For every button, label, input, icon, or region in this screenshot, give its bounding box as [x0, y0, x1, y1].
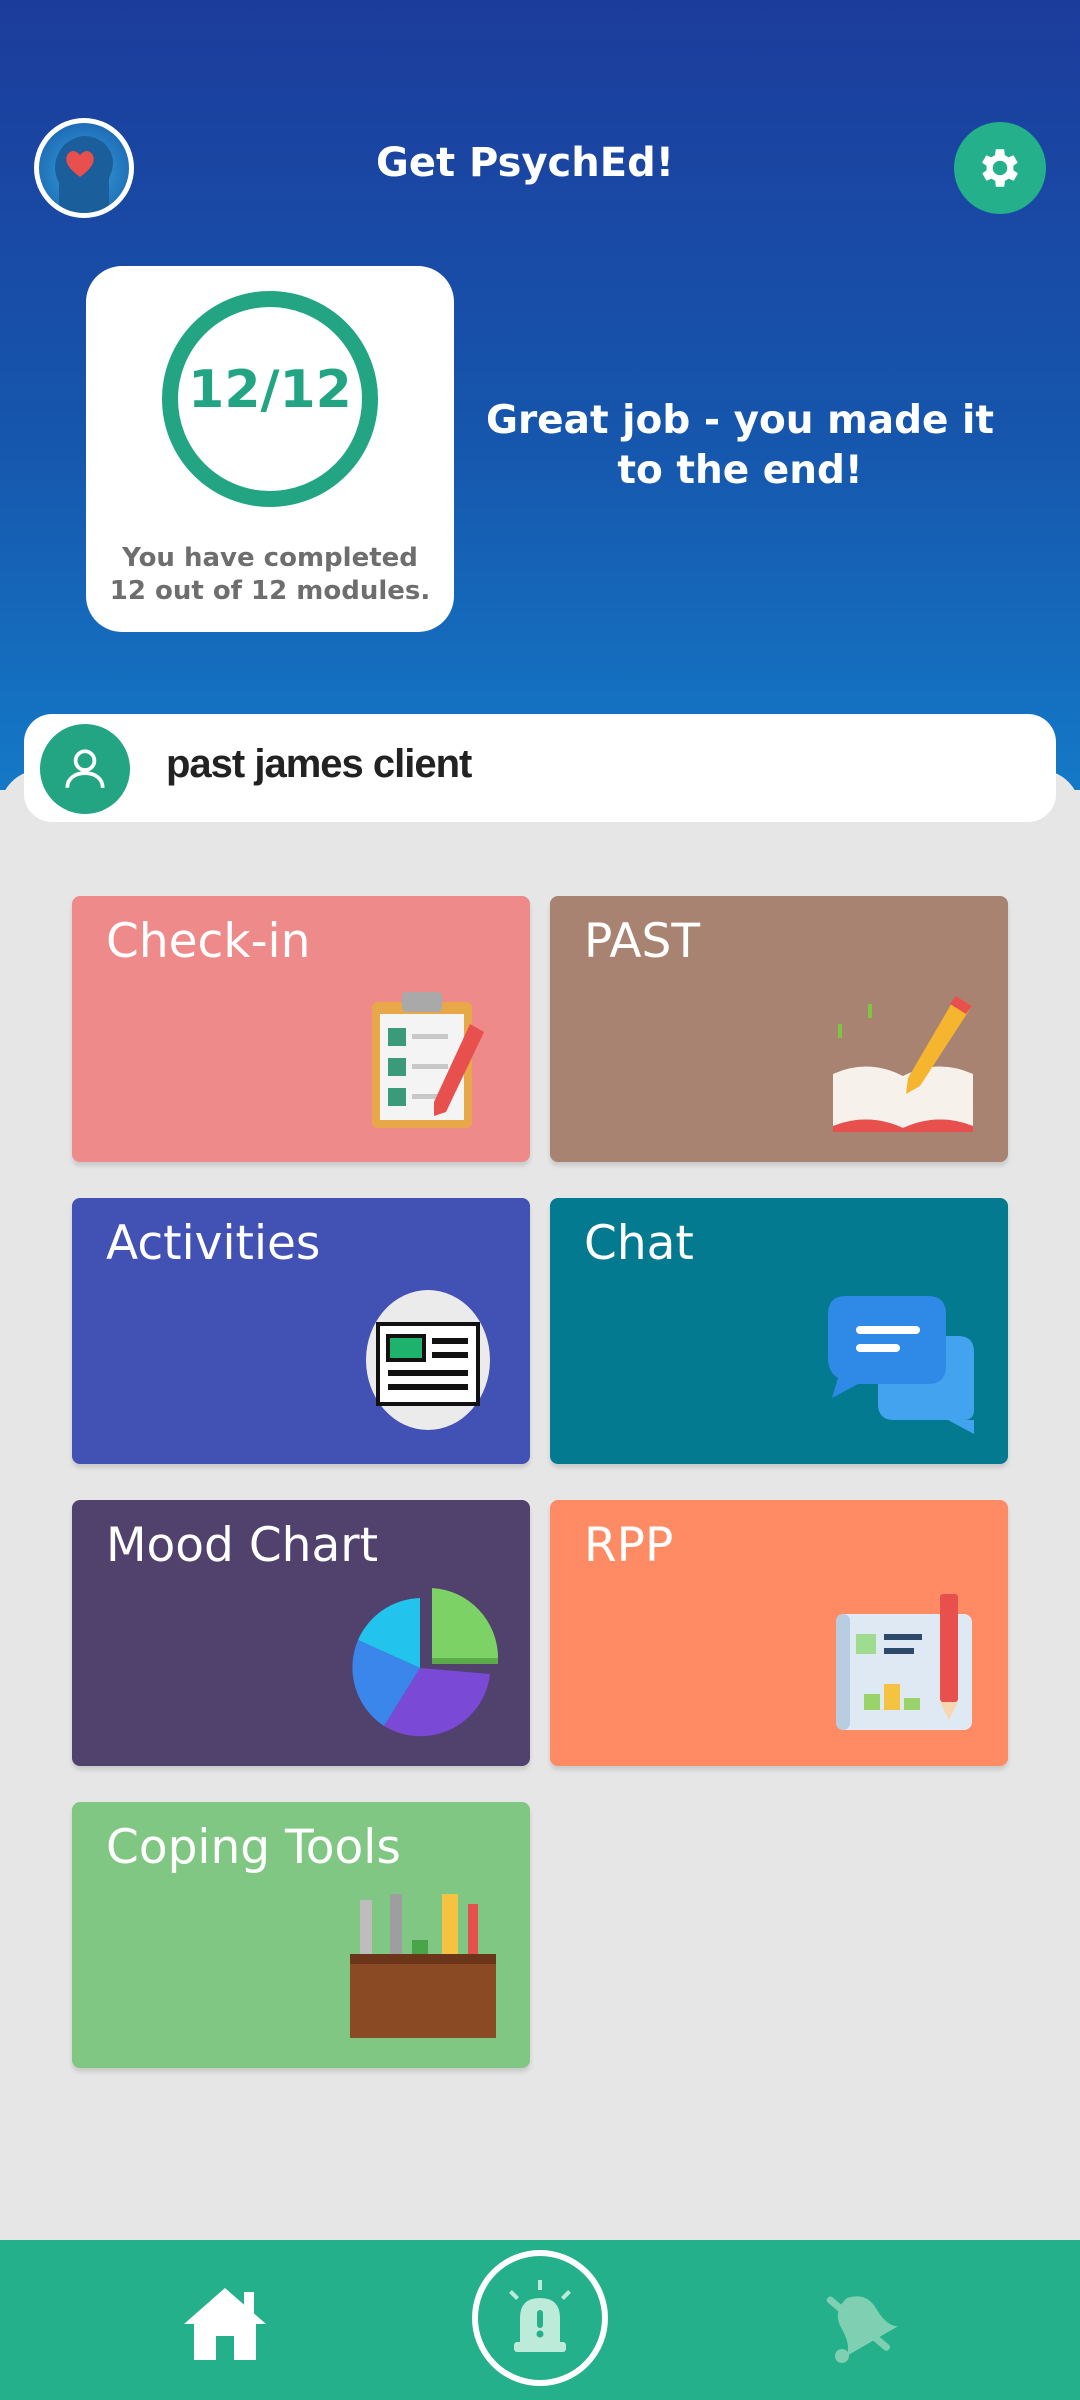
tile-chat[interactable]: Chat: [550, 1198, 1008, 1464]
person-icon: [65, 749, 105, 788]
tile-rpp[interactable]: RPP: [550, 1500, 1008, 1766]
tile-check-in[interactable]: Check-in: [72, 896, 530, 1162]
congrats-message: Great job - you made it to the end!: [485, 398, 995, 493]
tile-label: Mood Chart: [106, 1518, 378, 1573]
tile-mood-chart[interactable]: Mood Chart: [72, 1500, 530, 1766]
progress-caption: You have completed 12 out of 12 modules.: [109, 543, 431, 606]
tile-activities[interactable]: Activities: [72, 1198, 530, 1464]
gear-icon: [982, 149, 1018, 187]
avatar: [40, 724, 130, 814]
tile-coping-tools[interactable]: Coping Tools: [72, 1802, 530, 2068]
alarm-button[interactable]: [472, 2250, 608, 2386]
newspaper-icon: [366, 1290, 490, 1430]
user-bar[interactable]: past james client: [24, 714, 1056, 822]
tile-label: Coping Tools: [106, 1820, 401, 1875]
chat-bubbles-icon: [828, 1296, 974, 1434]
progress-value: 12/12: [188, 360, 352, 420]
blueprint-icon: [836, 1594, 972, 1730]
settings-button[interactable]: [954, 122, 1046, 214]
bottom-nav: [0, 2240, 1080, 2400]
tile-label: Check-in: [106, 914, 311, 969]
tile-label: PAST: [584, 914, 701, 969]
tile-label: Activities: [106, 1216, 321, 1271]
toolbox-icon: [350, 1894, 496, 2038]
app-title: Get PsychEd!: [376, 140, 674, 186]
tile-label: Chat: [584, 1216, 694, 1271]
pie-chart-icon: [352, 1588, 499, 1737]
book-pencil-icon: [833, 996, 973, 1132]
user-name: past james client: [166, 742, 472, 786]
clipboard-checklist-icon: [372, 992, 484, 1128]
tile-past[interactable]: PAST: [550, 896, 1008, 1162]
bell-muted-icon[interactable]: [812, 2284, 902, 2366]
progress-card: 12/12 You have completed 12 out of 12 mo…: [86, 266, 454, 632]
home-icon[interactable]: [180, 2284, 270, 2364]
tile-label: RPP: [584, 1518, 674, 1573]
alarm-siren-icon: [509, 2280, 571, 2352]
